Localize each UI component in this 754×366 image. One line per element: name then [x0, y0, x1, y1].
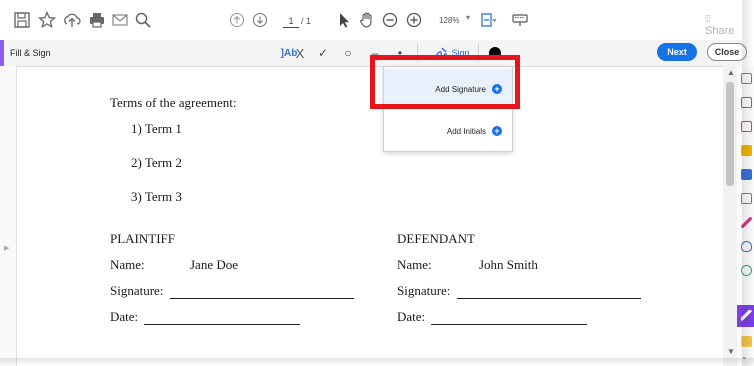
plaintiff-signature-line[interactable]	[170, 298, 354, 299]
search-icon[interactable]	[131, 8, 155, 32]
page-up-icon[interactable]	[225, 8, 249, 32]
page-down-icon[interactable]	[248, 8, 272, 32]
share-label: Share	[705, 25, 735, 37]
email-icon[interactable]	[108, 8, 132, 32]
defendant-label: DEFENDANT	[397, 231, 475, 246]
zoom-level[interactable]: 128%	[439, 15, 459, 27]
expand-arrow-icon: ▶	[4, 245, 10, 252]
oval-tool[interactable]: ○	[340, 43, 356, 63]
app-window: 1 / 1 128% ▾ ⍐ Share Fill & Sign ]Ab X ✓…	[0, 0, 754, 366]
plaintiff-label: PLAINTIFF	[110, 231, 176, 246]
page-total: / 1	[301, 16, 312, 26]
cross-tool[interactable]: X	[292, 43, 308, 63]
next-button[interactable]: Next	[657, 43, 697, 61]
keyboard-icon[interactable]	[508, 8, 532, 32]
scrollbar-thumb[interactable]	[726, 82, 734, 186]
plaintiff-name-value[interactable]: Jane Doe	[190, 257, 238, 273]
add-initials-item[interactable]: Add Initials +	[384, 111, 512, 151]
main-toolbar: 1 / 1 128% ▾ ⍐ Share	[0, 0, 742, 41]
page-number-input[interactable]: 1	[283, 15, 299, 28]
defendant-signature-label: Signature:	[397, 283, 451, 298]
window-shadow-bottom	[0, 358, 754, 366]
select-icon[interactable]	[332, 8, 356, 32]
defendant-signature-line[interactable]	[457, 298, 641, 299]
plaintiff-date-line[interactable]	[144, 324, 300, 325]
fill-sign-accent	[0, 40, 4, 66]
print-icon[interactable]	[85, 8, 109, 32]
plaintiff-date-label: Date:	[110, 309, 139, 324]
save-icon[interactable]	[10, 8, 34, 32]
fit-page-icon[interactable]	[476, 8, 500, 32]
hand-icon[interactable]	[355, 8, 379, 32]
scroll-up-icon[interactable]: ▲	[727, 68, 735, 77]
plus-circle-icon: +	[492, 126, 502, 136]
zoom-dropdown-icon[interactable]: ▾	[466, 13, 470, 22]
term-item: 1) Term 1	[131, 121, 182, 136]
term-item: 3) Term 3	[131, 189, 182, 204]
share-icon: ⍐	[705, 14, 711, 24]
zoom-out-icon[interactable]	[378, 8, 402, 32]
plaintiff-signature-label: Signature:	[110, 283, 164, 298]
scroll-down-icon[interactable]: ▼	[727, 347, 735, 356]
close-button[interactable]: Close	[707, 43, 747, 61]
defendant-date-label: Date:	[397, 309, 426, 324]
left-panel-toggle[interactable]: ▶	[0, 66, 17, 366]
star-icon[interactable]	[35, 8, 59, 32]
zoom-in-icon[interactable]	[402, 8, 426, 32]
share-button[interactable]: ⍐ Share	[705, 13, 742, 37]
document-page[interactable]: Terms of the agreement: 1) Term 1 2) Ter…	[17, 67, 723, 366]
plaintiff-name-label: Name:	[110, 257, 145, 272]
terms-heading: Terms of the agreement:	[110, 95, 237, 110]
term-item: 2) Term 2	[131, 155, 182, 170]
add-initials-label: Add Initials	[446, 126, 486, 136]
defendant-date-line[interactable]	[431, 324, 587, 325]
defendant-name-value[interactable]: John Smith	[479, 257, 538, 273]
upload-icon[interactable]	[60, 8, 84, 32]
highlight-annotation	[370, 55, 520, 109]
checkmark-tool[interactable]: ✓	[315, 43, 331, 63]
window-shadow-right	[742, 0, 754, 366]
defendant-name-label: Name:	[397, 257, 432, 272]
fill-sign-title: Fill & Sign	[10, 48, 51, 58]
